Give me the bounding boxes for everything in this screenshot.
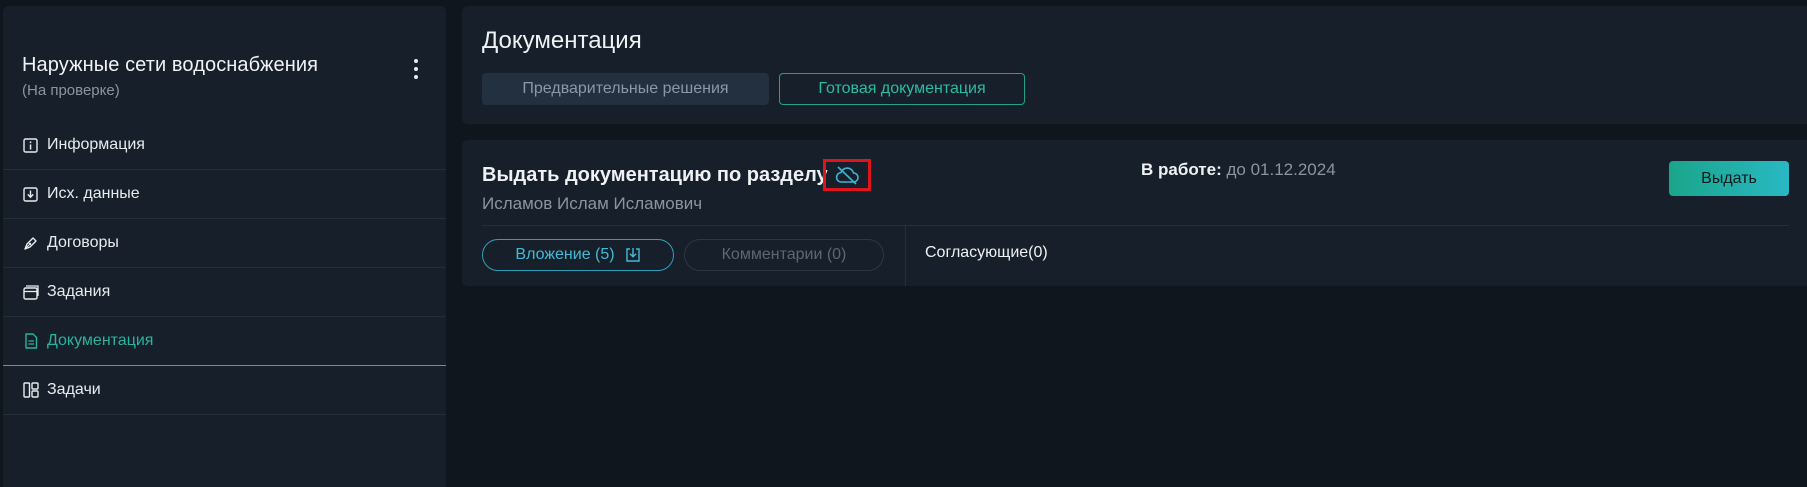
status-deadline: до 01.12.2024 [1226, 160, 1336, 179]
issue-button[interactable]: Выдать [1669, 161, 1789, 196]
documentation-header: Документация Предварительные решения Гот… [462, 6, 1807, 124]
sidebar-item-label: Задачи [47, 381, 101, 398]
sidebar-item-info[interactable]: Информация [3, 121, 446, 170]
sidebar-item-contracts[interactable]: Договоры [3, 219, 446, 268]
layout-icon [22, 382, 39, 399]
more-menu-icon[interactable] [407, 57, 425, 81]
cloud-off-icon[interactable] [823, 159, 871, 191]
download-icon [625, 247, 641, 263]
approvers-label[interactable]: Согласующие(0) [925, 244, 1048, 262]
status-line: В работе: до 01.12.2024 [1141, 160, 1336, 180]
sidebar-item-todo[interactable]: Задачи [3, 366, 446, 415]
sidebar: Наружные сети водоснабжения (На проверке… [3, 6, 446, 487]
pen-icon [22, 235, 39, 252]
sidebar-item-documentation[interactable]: Документация [3, 317, 446, 366]
download-box-icon [22, 186, 39, 203]
cards-icon [22, 284, 39, 301]
sidebar-item-label: Исх. данные [47, 185, 140, 202]
project-title: Наружные сети водоснабжения [22, 54, 319, 76]
attachments-label: Вложение (5) [515, 246, 615, 263]
page-title: Документация [482, 27, 642, 54]
comments-button[interactable]: Комментарии (0) [684, 239, 884, 271]
app-root: Наружные сети водоснабжения (На проверке… [0, 0, 1807, 487]
sidebar-item-label: Договоры [47, 234, 119, 251]
sidebar-item-tasks-assignments[interactable]: Задания [3, 268, 446, 317]
task-card: Выдать документацию по разделу Исламов И… [462, 140, 1807, 286]
task-title: Выдать документацию по разделу [482, 164, 828, 186]
vertical-divider [905, 226, 906, 286]
info-icon [22, 137, 39, 154]
tab-ready-documentation[interactable]: Готовая документация [779, 73, 1025, 105]
assignee-name: Исламов Ислам Исламович [482, 194, 703, 213]
sidebar-item-label: Задания [47, 283, 111, 300]
status-label: В работе: [1141, 160, 1222, 179]
sidebar-item-label: Документация [47, 332, 154, 349]
divider [482, 225, 1789, 226]
sidebar-nav: Информация Исх. данные Договоры Задания [3, 121, 446, 415]
attachments-button[interactable]: Вложение (5) [482, 239, 674, 271]
sidebar-item-label: Информация [47, 136, 145, 153]
document-icon [22, 333, 39, 350]
tab-preliminary-decisions[interactable]: Предварительные решения [482, 73, 769, 105]
project-status: (На проверке) [22, 82, 120, 99]
sidebar-item-source-data[interactable]: Исх. данные [3, 170, 446, 219]
